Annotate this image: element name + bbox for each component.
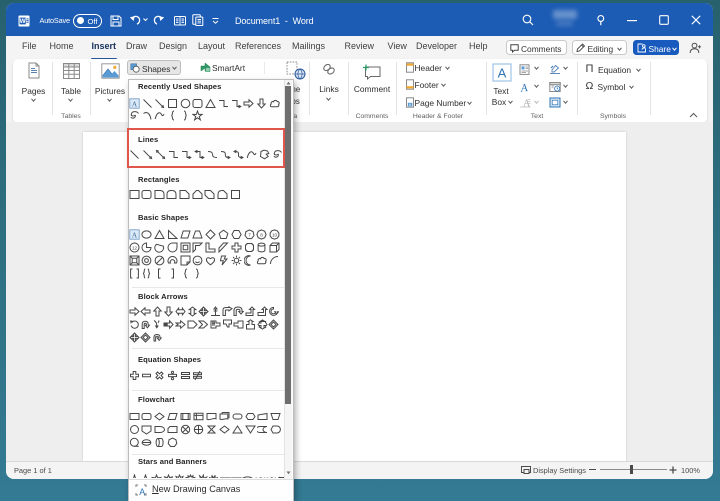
svg-text:A: A: [519, 82, 529, 93]
svg-text:A: A: [132, 99, 138, 108]
svg-text:A: A: [139, 487, 145, 496]
svg-text:#: #: [409, 103, 411, 107]
svg-text:A: A: [497, 65, 506, 80]
svg-text:10: 10: [272, 232, 278, 237]
svg-text:12: 12: [131, 245, 137, 250]
svg-text:W: W: [20, 18, 27, 25]
svg-text:7: 7: [248, 232, 251, 237]
svg-text:8: 8: [261, 232, 264, 237]
svg-text:A: A: [131, 230, 137, 239]
